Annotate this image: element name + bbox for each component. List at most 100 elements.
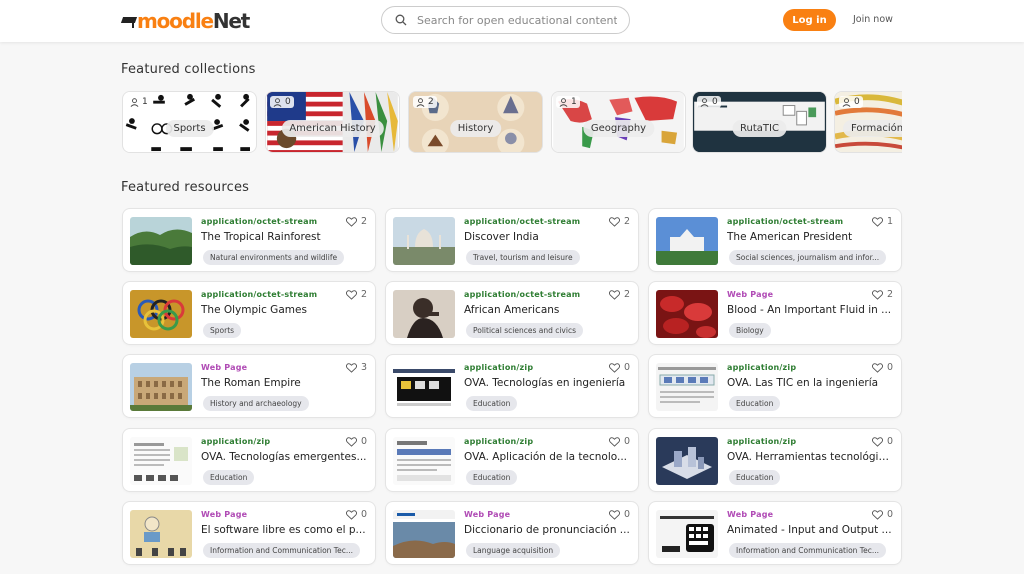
resource-title[interactable]: El software libre es como el p... (201, 524, 367, 536)
blood-cells-thumbnail (656, 290, 718, 338)
heart-icon (608, 216, 620, 227)
resource-card[interactable]: application/zip OVA. Tecnologías en inge… (385, 354, 639, 418)
like-button[interactable]: 0 (608, 436, 630, 447)
resource-title[interactable]: OVA. Tecnologías emergentes... (201, 451, 367, 463)
resource-title[interactable]: The American President (727, 231, 893, 243)
resource-subject-tag[interactable]: Natural environments and wildlife (203, 250, 345, 265)
like-button[interactable]: 0 (608, 362, 630, 373)
resource-subject-tag[interactable]: Education (203, 470, 255, 485)
collection-card-geography[interactable]: 1 Geography (551, 91, 686, 153)
collection-follower-count: 0 (270, 96, 294, 108)
like-button[interactable]: 1 (871, 216, 893, 227)
resource-type: Web Page (201, 510, 248, 519)
resource-subject-tag[interactable]: Education (466, 470, 518, 485)
resource-type: Web Page (727, 290, 774, 299)
resource-card[interactable]: application/zip OVA. Aplicación de la te… (385, 428, 639, 492)
resource-subject-tag[interactable]: Education (729, 396, 781, 411)
ova-screenshot-thumbnail (393, 363, 455, 411)
resource-type: Web Page (727, 510, 774, 519)
search-input[interactable] (417, 13, 617, 27)
heart-icon (345, 216, 357, 227)
resource-subject-tag[interactable]: Information and Communication Tec... (203, 543, 360, 558)
resource-subject-tag[interactable]: Language acquisition (466, 543, 561, 558)
resource-title[interactable]: Blood - An Important Fluid in ... (727, 304, 893, 316)
isometric-city-thumbnail (656, 437, 718, 485)
resource-card[interactable]: Web Page Animated - Input and Output ...… (648, 501, 902, 565)
like-button[interactable]: 2 (345, 289, 367, 300)
collection-card-rutatic[interactable]: 0 RutaTIC (692, 91, 827, 153)
resource-title[interactable]: The Olympic Games (201, 304, 367, 316)
resource-card[interactable]: application/zip OVA. Las TIC en la ingen… (648, 354, 902, 418)
resource-title[interactable]: OVA. Las TIC en la ingeniería (727, 377, 893, 389)
resource-title[interactable]: OVA. Aplicación de la tecnolo... (464, 451, 630, 463)
collection-card-american-history[interactable]: 0 American History (265, 91, 400, 153)
like-button[interactable]: 2 (608, 216, 630, 227)
resource-subject-tag[interactable]: Education (466, 396, 518, 411)
heart-icon (871, 362, 883, 373)
collection-follower-count: 0 (839, 96, 863, 108)
resource-card[interactable]: application/octet-stream The Tropical Ra… (122, 208, 376, 272)
collection-label: Geography (582, 120, 655, 137)
olympic-rings-thumbnail (130, 290, 192, 338)
resource-card[interactable]: application/zip OVA. Herramientas tecnol… (648, 428, 902, 492)
resource-title[interactable]: OVA. Herramientas tecnológic... (727, 451, 893, 463)
resource-title[interactable]: OVA. Tecnologías en ingeniería (464, 377, 630, 389)
resource-title[interactable]: The Roman Empire (201, 377, 367, 389)
like-button[interactable]: 3 (345, 362, 367, 373)
colosseum-thumbnail (130, 363, 192, 411)
heart-icon (345, 436, 357, 447)
resource-title[interactable]: Discover India (464, 231, 630, 243)
india-thumbnail (393, 217, 455, 265)
collection-card-formacion[interactable]: 0 Formación (834, 91, 902, 153)
resource-subject-tag[interactable]: Information and Communication Tec... (729, 543, 886, 558)
resource-card[interactable]: Web Page Blood - An Important Fluid in .… (648, 281, 902, 345)
featured-resources-title: Featured resources (121, 180, 250, 195)
resource-card[interactable]: Web Page The Roman Empire History and ar… (122, 354, 376, 418)
resource-type: application/zip (464, 363, 534, 372)
like-button[interactable]: 0 (345, 436, 367, 447)
resource-subject-tag[interactable]: Sports (203, 323, 242, 338)
collection-card-sports[interactable]: 1 Sports (122, 91, 257, 153)
ova-screenshot-thumbnail (130, 437, 192, 485)
like-button[interactable]: 2 (345, 216, 367, 227)
resource-card[interactable]: application/zip OVA. Tecnologías emergen… (122, 428, 376, 492)
resource-subject-tag[interactable]: Political sciences and civics (466, 323, 583, 338)
resource-title[interactable]: The Tropical Rainforest (201, 231, 367, 243)
like-count: 0 (886, 509, 893, 520)
resource-subject-tag[interactable]: History and archaeology (203, 396, 309, 411)
resource-type: Web Page (464, 510, 511, 519)
like-count: 0 (360, 509, 367, 520)
resource-subject-tag[interactable]: Social sciences, journalism and infor... (729, 250, 887, 265)
resource-subject-tag[interactable]: Biology (729, 323, 771, 338)
search-box[interactable] (381, 6, 630, 34)
logo-net-text: Net (212, 9, 250, 33)
like-button[interactable]: 0 (345, 509, 367, 520)
resource-title[interactable]: African Americans (464, 304, 630, 316)
resource-type: application/zip (727, 437, 797, 446)
resource-card[interactable]: application/octet-stream The Olympic Gam… (122, 281, 376, 345)
resource-title[interactable]: Diccionario de pronunciación ... (464, 524, 630, 536)
like-count: 2 (360, 289, 367, 300)
like-button[interactable]: 0 (871, 362, 893, 373)
resource-title[interactable]: Animated - Input and Output ... (727, 524, 893, 536)
resource-card[interactable]: application/octet-stream The American Pr… (648, 208, 902, 272)
cartoon-thumbnail (130, 510, 192, 558)
like-button[interactable]: 2 (608, 289, 630, 300)
like-button[interactable]: 0 (608, 509, 630, 520)
moodlenet-logo[interactable]: moodleNet (122, 9, 250, 33)
resource-card[interactable]: application/octet-stream Discover India … (385, 208, 639, 272)
rainforest-thumbnail (130, 217, 192, 265)
resource-card[interactable]: Web Page Diccionario de pronunciación ..… (385, 501, 639, 565)
collection-card-history[interactable]: 2 History (408, 91, 543, 153)
search-icon (395, 14, 407, 26)
resource-subject-tag[interactable]: Travel, tourism and leisure (466, 250, 580, 265)
resource-subject-tag[interactable]: Education (729, 470, 781, 485)
resource-card[interactable]: Web Page El software libre es como el p.… (122, 501, 376, 565)
like-button[interactable]: 0 (871, 436, 893, 447)
join-now-link[interactable]: Join now (853, 14, 893, 25)
heart-icon (608, 436, 620, 447)
like-button[interactable]: 2 (871, 289, 893, 300)
resource-card[interactable]: application/octet-stream African America… (385, 281, 639, 345)
like-button[interactable]: 0 (871, 509, 893, 520)
login-button[interactable]: Log in (783, 9, 836, 31)
